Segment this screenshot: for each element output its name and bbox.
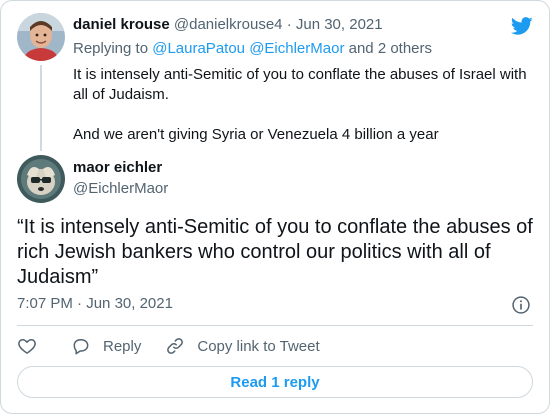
reply-label[interactable]: Reply xyxy=(103,338,141,355)
embedded-tweet-card: daniel krouse @danielkrouse4 · Jun 30, 2… xyxy=(0,0,550,414)
avatar[interactable] xyxy=(17,13,65,61)
thread-connector-line xyxy=(40,65,42,151)
reply-button[interactable]: Reply xyxy=(71,336,141,356)
tweet-actions-bar: Reply Copy link to Tweet xyxy=(17,334,320,358)
author-name[interactable]: maor eichler xyxy=(73,159,162,176)
mention-link[interactable]: @LauraPatou xyxy=(152,40,245,57)
link-icon xyxy=(167,338,184,354)
author-handle[interactable]: @EichlerMaor xyxy=(73,180,168,197)
avatar-photo-maor xyxy=(17,155,65,203)
main-tweet-author-handle: @EichlerMaor xyxy=(73,179,168,199)
tweet-paragraph: And we aren't giving Syria or Venezuela … xyxy=(73,126,439,143)
like-button[interactable] xyxy=(17,336,37,356)
read-replies-button[interactable]: Read 1 reply xyxy=(17,366,533,398)
reply-tweet-text: It is intensely anti-Semitic of you to c… xyxy=(73,65,533,145)
replying-to-others[interactable]: and 2 others xyxy=(349,40,432,57)
separator-dot: · xyxy=(77,295,83,312)
speech-bubble-icon xyxy=(73,339,89,355)
tweet-time[interactable]: 7:07 PM xyxy=(17,295,73,312)
replying-to-prefix: Replying to xyxy=(73,40,149,57)
tweet-timestamp[interactable]: 7:07 PM · Jun 30, 2021 xyxy=(17,294,173,314)
heart-icon xyxy=(18,339,36,354)
copy-link-label[interactable]: Copy link to Tweet xyxy=(197,338,319,355)
reply-tweet-header: daniel krouse @danielkrouse4 · Jun 30, 2… xyxy=(73,15,383,35)
main-tweet-author-name: maor eichler xyxy=(73,158,162,178)
read-replies-label[interactable]: Read 1 reply xyxy=(230,374,319,391)
replying-to-line: Replying to @LauraPatou @EichlerMaor and… xyxy=(73,39,432,59)
divider xyxy=(17,325,533,326)
main-tweet-text: “It is intensely anti-Semitic of you to … xyxy=(17,216,533,288)
author-handle[interactable]: @danielkrouse4 xyxy=(174,16,283,33)
tweet-paragraph: It is intensely anti-Semitic of you to c… xyxy=(73,66,527,103)
mention-link[interactable]: @EichlerMaor xyxy=(249,40,344,57)
avatar-photo-daniel xyxy=(17,13,65,61)
tweet-date[interactable]: Jun 30, 2021 xyxy=(296,16,383,33)
info-icon[interactable] xyxy=(511,295,531,315)
separator-dot: · xyxy=(286,16,292,33)
tweet-date[interactable]: Jun 30, 2021 xyxy=(86,295,173,312)
copy-link-button[interactable]: Copy link to Tweet xyxy=(165,336,320,356)
twitter-bird-icon[interactable] xyxy=(511,15,533,37)
author-name[interactable]: daniel krouse xyxy=(73,16,170,33)
avatar[interactable] xyxy=(17,155,65,203)
